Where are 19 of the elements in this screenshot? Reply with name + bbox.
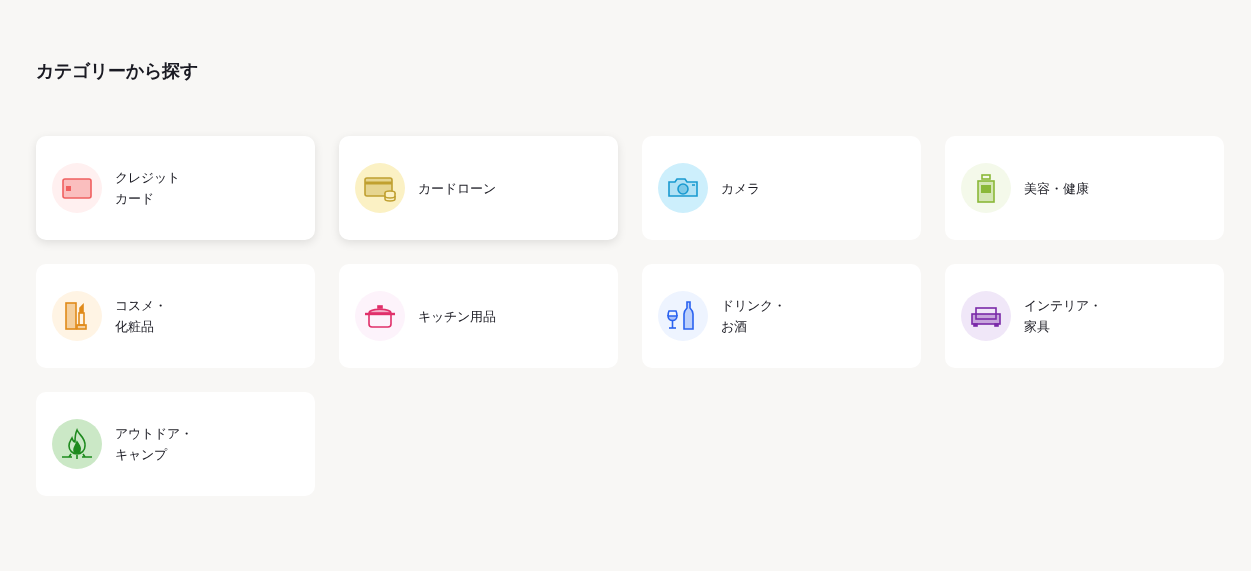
category-label: アウトドア・ キャンプ: [115, 425, 193, 464]
category-card[interactable]: クレジット カード: [36, 136, 315, 240]
category-card[interactable]: インテリア・ 家具: [945, 264, 1224, 368]
category-card[interactable]: カードローン: [339, 136, 618, 240]
category-card[interactable]: カメラ: [642, 136, 921, 240]
category-card[interactable]: 美容・健康: [945, 136, 1224, 240]
category-label: キッチン用品: [418, 307, 496, 326]
category-label: ドリンク・ お酒: [721, 297, 786, 336]
category-label: カードローン: [418, 179, 496, 198]
category-label: カメラ: [721, 179, 760, 198]
category-label: インテリア・ 家具: [1024, 297, 1102, 336]
category-label: クレジット カード: [115, 169, 180, 208]
category-card[interactable]: キッチン用品: [339, 264, 618, 368]
category-card[interactable]: ドリンク・ お酒: [642, 264, 921, 368]
category-card[interactable]: アウトドア・ キャンプ: [36, 392, 315, 496]
category-card[interactable]: コスメ・ 化粧品: [36, 264, 315, 368]
category-label: 美容・健康: [1024, 179, 1089, 198]
section-heading: カテゴリーから探す: [36, 59, 199, 83]
category-label: コスメ・ 化粧品: [115, 297, 167, 336]
